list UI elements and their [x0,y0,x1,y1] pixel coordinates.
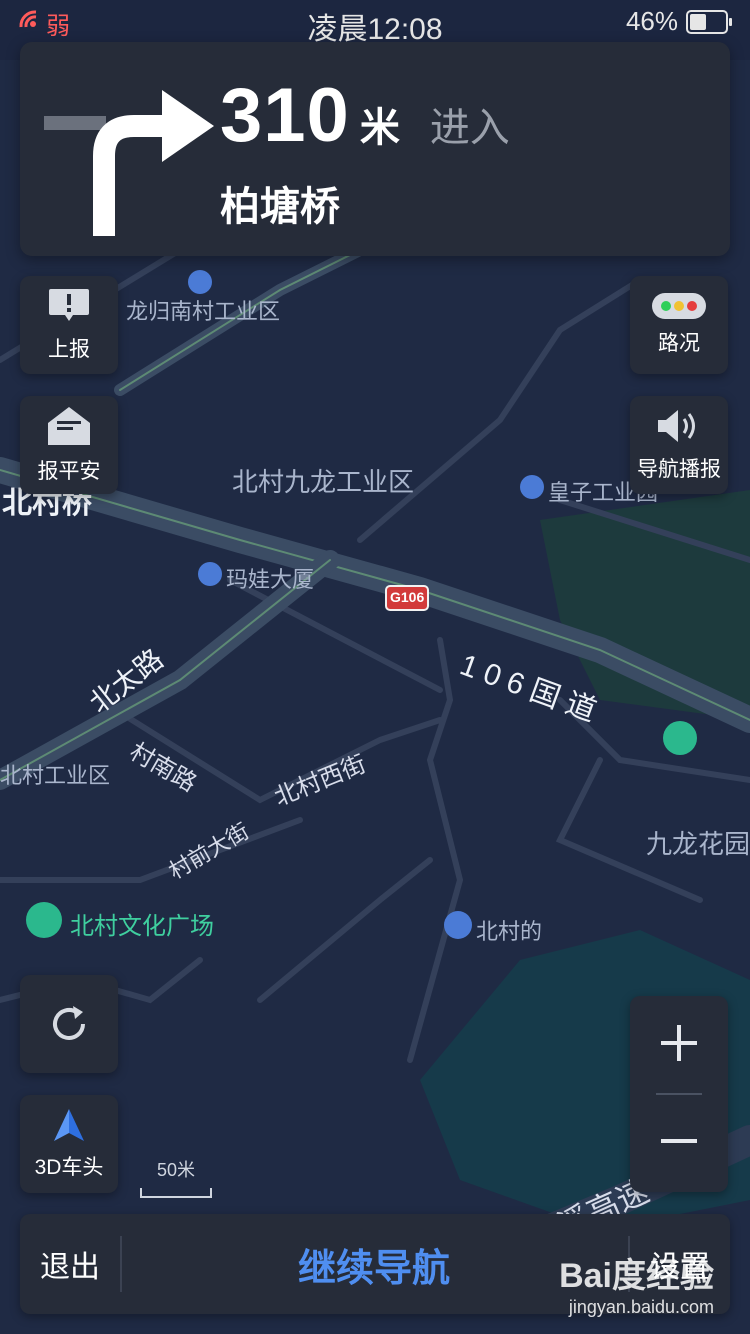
report-icon [47,287,91,325]
distance-readout: 310 米 进入 [220,72,510,159]
map-label-mawa[interactable]: 玛娃大厦 [226,562,314,594]
scale-bar [140,1188,212,1198]
compass-arrow-icon [52,1107,86,1143]
battery-level-fill [690,13,706,30]
map-label-jiulong-industrial[interactable]: 北村九龙工业区 [232,462,414,499]
watermark-brand: Bai度经验 [559,1257,714,1295]
safety-report-button[interactable]: 报平安 [20,396,118,494]
speaker-icon [656,407,702,445]
map-label-cun-industrial[interactable]: 北村工业区 [0,758,110,790]
recenter-button[interactable] [20,975,118,1073]
zoom-in-button[interactable] [630,996,728,1094]
continue-navigation-button[interactable]: 继续导航 [122,1214,626,1314]
traffic-light-icon [652,293,706,319]
zoom-out-button[interactable] [630,1094,728,1192]
traffic-label: 路况 [658,332,700,355]
baidu-jingyan-watermark: Bai度经验 jingyan.baidu.com [559,1248,714,1318]
traffic-button[interactable]: 路况 [630,276,728,374]
guidance-card[interactable]: 310 米 进入 柏塘桥 [20,42,730,256]
map-label-beicunde[interactable]: 北村的 [476,914,542,946]
map-scale: 50米 [140,1156,212,1198]
envelope-icon [46,405,92,447]
scale-label: 50米 [156,1160,196,1180]
battery-percent: 46% [625,6,678,36]
map-label-jiulong-garden[interactable]: 九龙花园 [646,824,750,861]
minus-icon [659,1121,699,1166]
distance-value: 310 [220,73,350,158]
distance-unit: 米 [359,106,400,150]
plus-icon [659,1023,699,1068]
map-label-g106: G106 [390,589,425,605]
refresh-icon [47,1002,91,1046]
view-mode-button[interactable]: 3D车头 [20,1095,118,1193]
maneuver-action: 进入 [429,106,510,150]
zoom-controls [630,996,728,1192]
battery-indicator: 46% [625,6,732,37]
exit-button[interactable]: 退出 [20,1214,120,1314]
view-mode-label: 3D车头 [34,1156,104,1179]
turn-right-arrow-icon [42,86,222,236]
battery-icon [686,9,732,34]
next-road-name: 柏塘桥 [220,185,340,229]
status-bar: 弱 凌晨12:08 46% [0,0,750,46]
map-label-culture-square[interactable]: 北村文化广场 [70,906,214,941]
map-label-longgui[interactable]: 龙归南村工业区 [126,294,280,326]
report-label: 上报 [48,338,90,361]
watermark-url: jingyan.baidu.com [568,1297,714,1317]
voice-broadcast-button[interactable]: 导航播报 [630,396,728,494]
report-button[interactable]: 上报 [20,276,118,374]
voice-label: 导航播报 [637,458,721,481]
safety-label: 报平安 [37,460,101,483]
